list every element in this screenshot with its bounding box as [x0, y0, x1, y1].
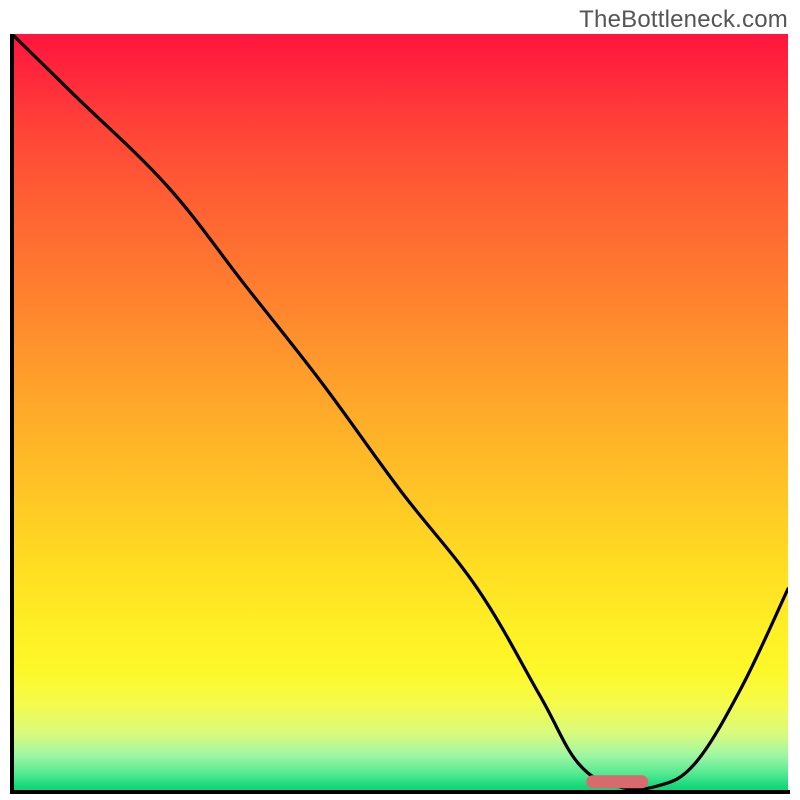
chart-svg	[12, 34, 788, 794]
chart-highlight-marker	[586, 775, 648, 788]
x-axis-line	[10, 790, 790, 794]
watermark-text: TheBottleneck.com	[579, 6, 788, 34]
chart-curve-line	[12, 34, 788, 789]
y-axis-line	[10, 34, 14, 794]
